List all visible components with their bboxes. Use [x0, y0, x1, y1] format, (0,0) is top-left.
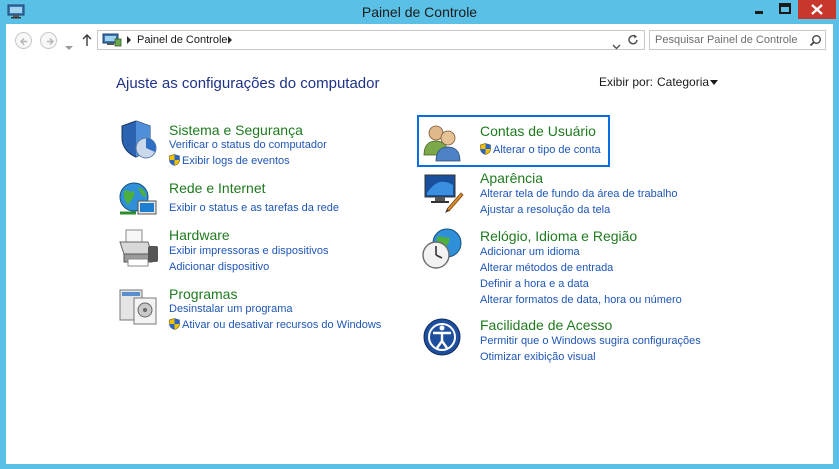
caret-down-icon[interactable] [710, 80, 718, 85]
clock-globe-icon[interactable] [421, 227, 465, 271]
back-button[interactable] [15, 32, 32, 49]
search-box[interactable] [649, 30, 826, 50]
link-adjust-screen-resolution[interactable]: Ajustar a resolução da tela [480, 204, 610, 216]
minimize-icon [755, 11, 763, 14]
link-check-computer-status[interactable]: Verificar o status do computador [169, 139, 327, 151]
close-icon [811, 4, 823, 15]
maximize-icon [779, 3, 791, 14]
link-uninstall-program[interactable]: Desinstalar um programa [169, 303, 293, 315]
appearance-icon[interactable] [421, 171, 465, 215]
up-button[interactable] [82, 33, 92, 52]
uac-shield-icon [169, 318, 180, 330]
control-panel-window: Painel de Controle Ajuste as configuraçõ… [6, 24, 833, 464]
link-network-status-tasks[interactable]: Exibir o status e as tarefas da rede [169, 202, 339, 214]
link-change-date-time-number-formats[interactable]: Alterar formatos de data, hora ou número [480, 294, 682, 306]
chevron-down-icon [612, 44, 621, 50]
category-title-ease-of-access[interactable]: Facilidade de Acesso [480, 317, 612, 333]
link-turn-windows-features[interactable]: Ativar ou desativar recursos do Windows [182, 319, 381, 331]
breadcrumb-control-panel[interactable]: Painel de Controle [137, 34, 228, 46]
arrow-left-icon [20, 38, 27, 45]
uac-shield-icon [169, 154, 180, 166]
link-view-printers-devices[interactable]: Exibir impressoras e dispositivos [169, 245, 329, 257]
category-title-programs[interactable]: Programas [169, 286, 237, 302]
link-change-account-type[interactable]: Alterar o tipo de conta [493, 144, 601, 156]
breadcrumb-separator[interactable] [127, 36, 131, 44]
link-change-desktop-background[interactable]: Alterar tela de fundo da área de trabalh… [480, 188, 678, 200]
maximize-button[interactable] [772, 0, 798, 19]
link-add-device[interactable]: Adicionar dispositivo [169, 261, 269, 273]
search-icon[interactable] [809, 34, 822, 52]
minimize-button[interactable] [746, 0, 772, 19]
window-title: Painel de Controle [361, 4, 478, 20]
uac-shield-icon [480, 143, 491, 155]
category-title-system-security[interactable]: Sistema e Segurança [169, 122, 303, 138]
arrow-right-icon [47, 38, 54, 45]
control-panel-icon [102, 33, 122, 47]
shield-icon[interactable] [116, 118, 160, 162]
refresh-icon [628, 34, 638, 45]
users-icon[interactable] [421, 121, 465, 165]
forward-button[interactable] [40, 32, 57, 49]
view-by-label: Exibir por: [599, 75, 654, 89]
link-let-windows-suggest-settings[interactable]: Permitir que o Windows sugira configuraç… [480, 335, 701, 347]
search-input[interactable] [651, 32, 807, 48]
ease-of-access-icon[interactable] [421, 316, 465, 360]
close-button[interactable] [798, 0, 836, 19]
address-history-button[interactable] [612, 37, 621, 55]
link-optimize-visual-display[interactable]: Otimizar exibição visual [480, 351, 596, 363]
address-bar[interactable]: Painel de Controle [97, 30, 645, 50]
link-set-time-date[interactable]: Definir a hora e a data [480, 278, 589, 290]
category-title-network-internet[interactable]: Rede e Internet [169, 180, 266, 196]
arrow-up-icon [82, 34, 92, 46]
page-title: Ajuste as configurações do computador [116, 75, 380, 92]
refresh-button[interactable] [626, 33, 640, 52]
category-title-user-accounts[interactable]: Contas de Usuário [480, 123, 596, 139]
title-bar: Painel de Controle [0, 0, 839, 24]
recent-locations-button[interactable] [65, 38, 73, 56]
chevron-down-icon [65, 46, 73, 50]
link-add-language[interactable]: Adicionar um idioma [480, 246, 580, 258]
category-title-appearance[interactable]: Aparência [480, 170, 543, 186]
network-globe-icon[interactable] [116, 179, 160, 223]
breadcrumb-separator[interactable] [228, 36, 232, 44]
view-by-dropdown[interactable]: Categoria [657, 75, 709, 89]
category-title-hardware[interactable]: Hardware [169, 227, 230, 243]
programs-icon[interactable] [116, 284, 160, 328]
link-change-input-methods[interactable]: Alterar métodos de entrada [480, 262, 613, 274]
printer-icon[interactable] [116, 226, 160, 270]
link-view-event-logs[interactable]: Exibir logs de eventos [182, 155, 290, 167]
category-title-clock-language-region[interactable]: Relógio, Idioma e Região [480, 228, 637, 244]
